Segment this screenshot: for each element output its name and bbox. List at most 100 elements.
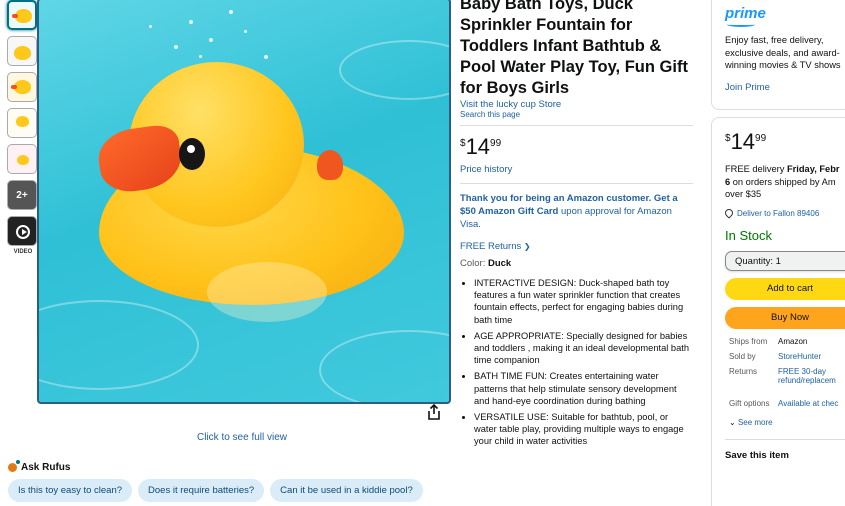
water-spray <box>149 25 152 28</box>
delivery-date: Friday, Febr <box>787 164 840 174</box>
water-spray <box>244 30 247 33</box>
duck-beak-mini <box>12 14 18 18</box>
divider <box>460 125 693 126</box>
search-page-link[interactable]: Search this page <box>460 110 693 119</box>
more-count: 2+ <box>16 189 28 201</box>
save-item-heading: Save this item <box>725 449 789 461</box>
delivery-info: FREE delivery Friday, Febr 6 on orders s… <box>725 163 845 201</box>
water-ripple <box>39 300 199 390</box>
buy-now-button[interactable]: Buy Now <box>725 306 845 329</box>
thumbnail-2[interactable] <box>7 36 37 66</box>
returns-line: refund/replacem <box>778 375 836 385</box>
feature-bullet: VERSATILE USE: Suitable for bathtub, poo… <box>474 411 693 448</box>
product-title: Baby Bath Toys, Duck Sprinkler Fountain … <box>460 0 688 97</box>
feature-bullet: INTERACTIVE DESIGN: Duck-shaped bath toy… <box>474 277 693 326</box>
thumbnail-1[interactable] <box>7 0 37 30</box>
price-whole: 14 <box>730 129 756 154</box>
water-spray <box>199 55 202 58</box>
buybox-price: $ 14 99 <box>725 131 845 153</box>
more-images-thumbnail[interactable]: 2+ <box>7 180 37 210</box>
color-value: Duck <box>487 258 512 269</box>
join-prime-link[interactable]: Join Prime <box>725 82 845 93</box>
main-product-image[interactable] <box>37 0 451 404</box>
duck-thumbnail-image <box>14 46 31 60</box>
deliver-to-label: Deliver to Fallon 89406 <box>737 208 820 218</box>
water-spray <box>189 20 193 24</box>
prime-description: Enjoy fast, free delivery, exclusive dea… <box>725 34 845 72</box>
returns-line: FREE 30-day <box>778 366 827 376</box>
gift-options-link[interactable]: Available at chec <box>778 399 845 408</box>
feature-bullet: AGE APPROPRIATE: Specially designed for … <box>474 330 693 367</box>
sold-by-label: Sold by <box>729 351 756 361</box>
prime-logo: prime <box>725 5 845 27</box>
water-spray <box>264 55 268 59</box>
chevron-down-icon: ⌄ <box>729 417 736 427</box>
duck-tail <box>317 150 343 180</box>
gift-options-label: Gift options <box>729 398 770 408</box>
full-view-link[interactable]: Click to see full view <box>197 432 287 443</box>
rufus-question-chip[interactable]: Can it be used in a kiddie pool? <box>270 479 423 502</box>
returns-label: FREE Returns <box>460 241 522 252</box>
price-history-link[interactable]: Price history <box>460 164 693 175</box>
location-pin-icon <box>723 207 735 219</box>
free-returns-link[interactable]: FREE Returns ❯ <box>460 241 693 252</box>
thumbnail-strip: 2+ VIDEO <box>7 0 39 255</box>
feature-bullet: BATH TIME FUN: Creates entertaining wate… <box>474 370 693 407</box>
rufus-question-chip[interactable]: Does it require batteries? <box>138 479 265 502</box>
sold-by-link[interactable]: StoreHunter <box>778 352 845 361</box>
video-label: VIDEO <box>13 249 33 255</box>
water-spray <box>174 45 178 49</box>
stock-status: In Stock <box>725 227 772 243</box>
gift-card-promo[interactable]: Thank you for being an Amazon customer. … <box>460 192 693 231</box>
buy-box: $ 14 99 FREE delivery Friday, Febr 6 on … <box>711 117 845 506</box>
prime-box: prime Enjoy fast, free delivery, exclusi… <box>711 0 845 110</box>
duck-thumbnail-image <box>16 116 29 127</box>
price-fraction: 99 <box>490 138 502 149</box>
video-thumbnail[interactable] <box>7 216 37 246</box>
duck-wing <box>207 262 327 322</box>
duck-eye <box>179 138 205 170</box>
seller-info: Ships from Amazon Sold by StoreHunter Re… <box>725 337 845 408</box>
thumbnail-4[interactable] <box>7 108 37 138</box>
color-selection: Color: Duck <box>460 258 693 269</box>
rufus-question-chip[interactable]: Is this toy easy to clean? <box>8 479 133 502</box>
see-more-link[interactable]: ⌄ See more <box>725 418 845 427</box>
rufus-icon <box>8 460 20 472</box>
delivery-text: FREE delivery <box>725 164 787 174</box>
duck-thumbnail-image <box>17 155 29 165</box>
delivery-text: over $35 <box>725 189 762 199</box>
thumbnail-5[interactable] <box>7 144 37 174</box>
color-label: Color: <box>460 258 488 269</box>
thumbnail-3[interactable] <box>7 72 37 102</box>
returns-policy-link[interactable]: FREE 30-day refund/replacem <box>778 367 845 385</box>
ships-from-label: Ships from <box>729 336 768 346</box>
price-whole: 14 <box>465 134 491 159</box>
add-to-cart-button[interactable]: Add to cart <box>725 277 845 300</box>
water-spray <box>229 10 233 14</box>
divider <box>725 438 845 440</box>
water-ripple <box>319 330 449 402</box>
ask-rufus-heading: Ask Rufus <box>8 460 71 473</box>
feature-bullets: INTERACTIVE DESIGN: Duck-shaped bath toy… <box>460 277 693 448</box>
ships-from-value: Amazon <box>778 336 808 346</box>
returns-label: Returns <box>729 366 758 376</box>
water-spray <box>209 38 213 42</box>
prime-line: exclusive deals, and award- <box>725 47 840 58</box>
see-more-label: See more <box>737 417 773 427</box>
play-icon <box>16 225 30 239</box>
prime-line: winning movies & TV shows <box>725 60 841 70</box>
product-details: Baby Bath Toys, Duck Sprinkler Fountain … <box>460 0 693 452</box>
rufus-questions: Is this toy easy to clean? Does it requi… <box>8 479 423 502</box>
divider <box>460 183 693 184</box>
duck-beak-mini <box>11 85 17 89</box>
rufus-label: Ask Rufus <box>21 462 71 473</box>
quantity-select[interactable]: Quantity: 1 <box>725 250 845 271</box>
share-icon[interactable] <box>427 404 441 420</box>
deliver-to-link[interactable]: Deliver to Fallon 89406 <box>723 207 845 219</box>
water-ripple <box>339 40 449 100</box>
price-fraction: 99 <box>755 133 767 144</box>
delivery-text: on orders shipped by Am <box>730 176 836 187</box>
chevron-down-icon: ❯ <box>523 242 531 251</box>
prime-line: Enjoy fast, free delivery, <box>725 35 824 45</box>
store-link[interactable]: Visit the lucky cup Store <box>460 99 693 110</box>
